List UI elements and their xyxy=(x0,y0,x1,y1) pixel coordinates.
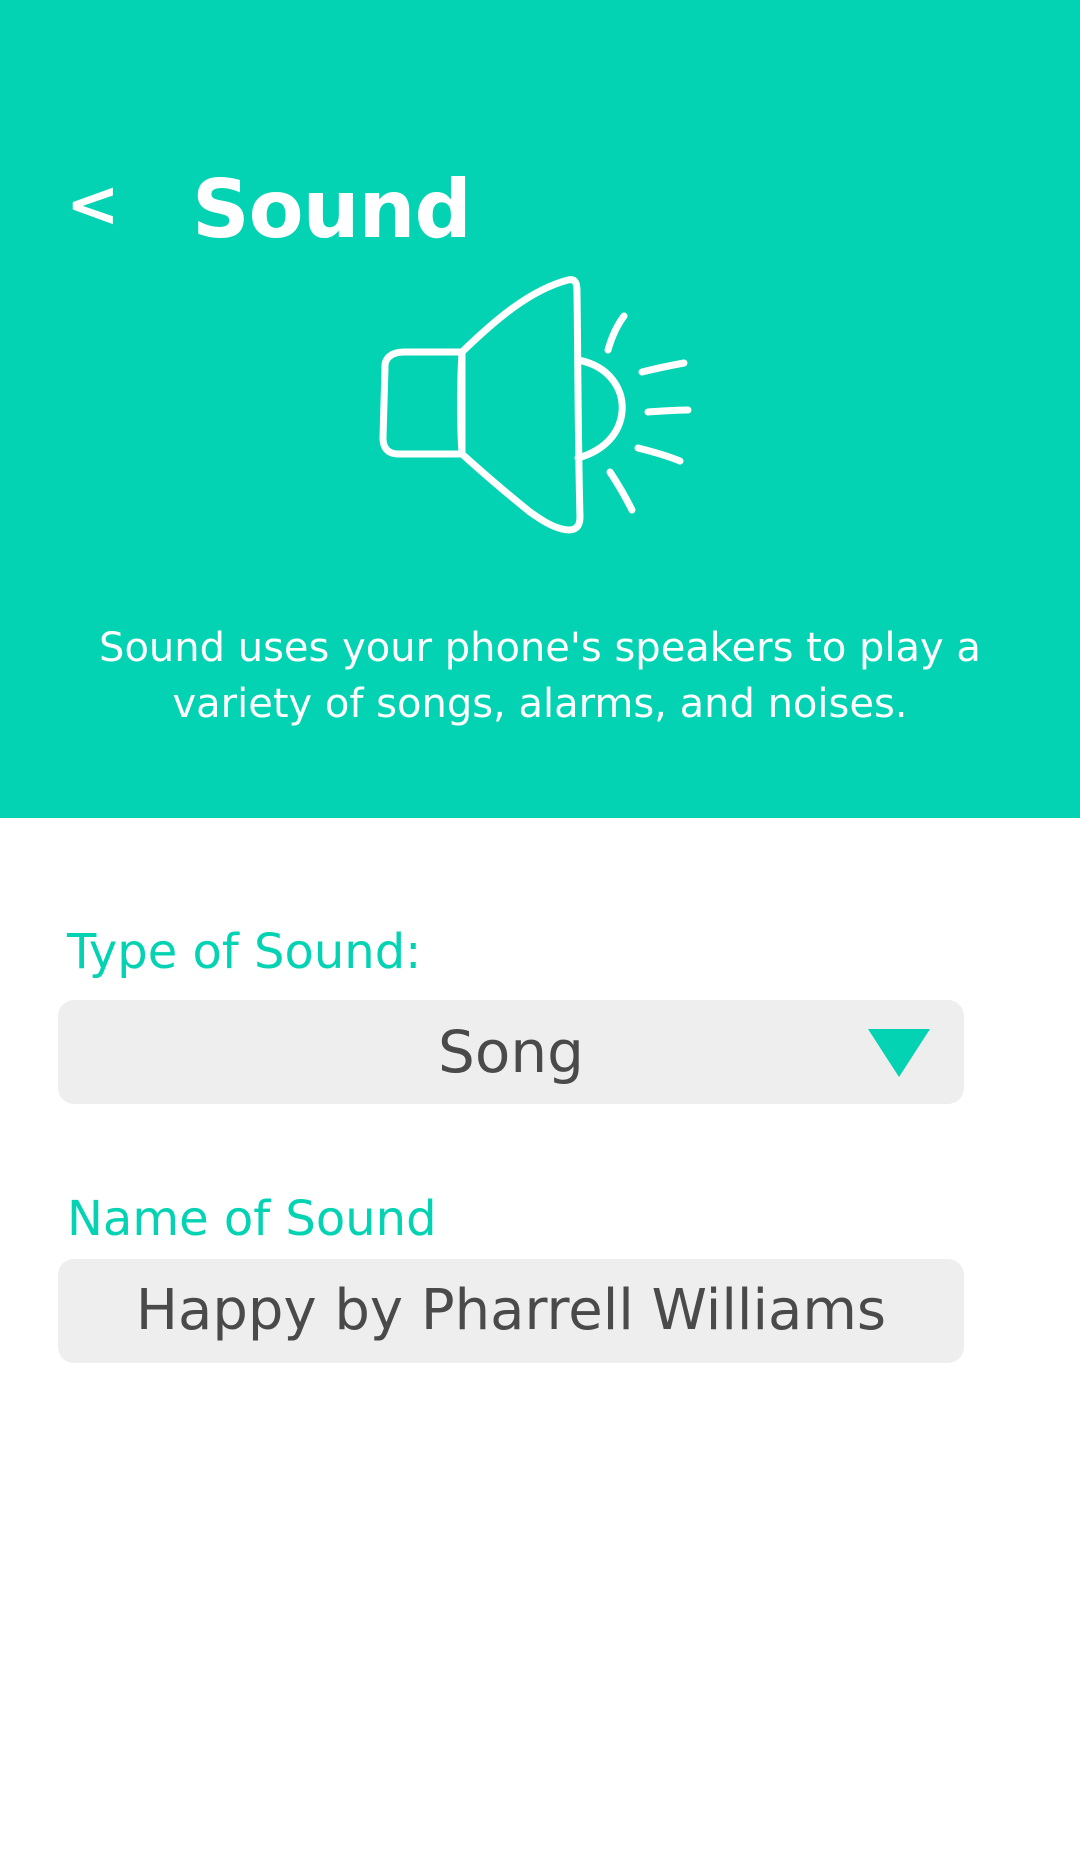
type-of-sound-label: Type of Sound: xyxy=(67,924,422,980)
speaker-sound-icon xyxy=(379,276,692,534)
page-title: Sound xyxy=(192,163,472,256)
type-of-sound-value: Song xyxy=(438,1018,584,1086)
sound-header: < Sound Sound uses your phone's speakers… xyxy=(0,0,1080,818)
back-button[interactable]: < xyxy=(66,160,136,250)
type-of-sound-select[interactable]: Song xyxy=(58,1000,964,1104)
triangle-down-icon[interactable] xyxy=(868,1029,930,1077)
sound-description: Sound uses your phone's speakers to play… xyxy=(99,625,981,727)
name-of-sound-input[interactable] xyxy=(58,1259,964,1363)
name-of-sound-label: Name of Sound xyxy=(67,1191,437,1247)
